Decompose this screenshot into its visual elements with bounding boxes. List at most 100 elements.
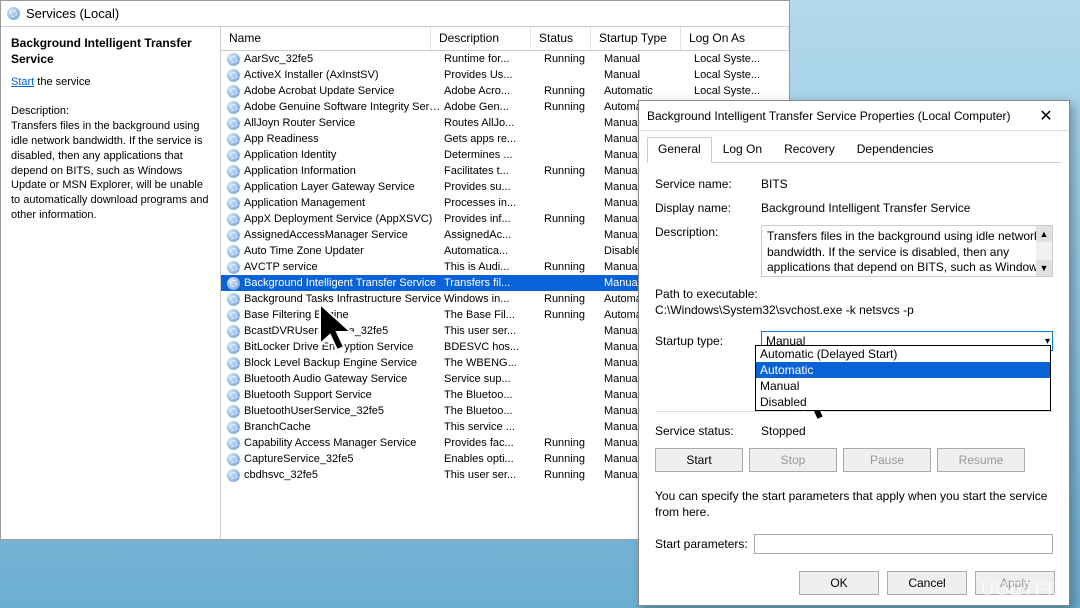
start-params-label: Start parameters: (655, 537, 748, 551)
start-service-link[interactable]: Start (11, 76, 34, 88)
gear-icon (227, 341, 240, 354)
tab-dependencies[interactable]: Dependencies (846, 137, 945, 162)
properties-dialog: Background Intelligent Transfer Service … (638, 100, 1070, 606)
service-status: Running (544, 85, 604, 97)
detail-panel: Background Intelligent Transfer Service … (1, 27, 221, 539)
service-name: AssignedAccessManager Service (244, 229, 444, 241)
description-label: Description: (655, 225, 761, 239)
service-status: Running (544, 213, 604, 225)
dropdown-option[interactable]: Automatic (756, 362, 1050, 378)
service-name: BranchCache (244, 421, 444, 433)
start-service-line: Start the service (11, 75, 210, 90)
tab-general[interactable]: General (647, 137, 712, 163)
service-desc: Provides fac... (444, 437, 544, 449)
service-status: Running (544, 53, 604, 65)
dropdown-option[interactable]: Manual (756, 378, 1050, 394)
gear-icon (227, 197, 240, 210)
gear-icon (227, 309, 240, 322)
gear-icon (227, 357, 240, 370)
service-row[interactable]: Adobe Acrobat Update Service Adobe Acro.… (221, 83, 789, 99)
gear-icon (227, 437, 240, 450)
tabs: GeneralLog OnRecoveryDependencies (647, 137, 1061, 163)
pause-button[interactable]: Pause (843, 448, 931, 472)
gear-icon (227, 277, 240, 290)
gear-icon (227, 325, 240, 338)
gear-icon (227, 373, 240, 386)
startup-type-label: Startup type: (655, 334, 761, 348)
note-text: You can specify the start parameters tha… (655, 488, 1053, 520)
resume-button[interactable]: Resume (937, 448, 1025, 472)
col-startup[interactable]: Startup Type (591, 27, 681, 50)
gear-icon (227, 165, 240, 178)
gear-icon (227, 405, 240, 418)
service-status-label: Service status: (655, 424, 761, 438)
gear-icon (227, 229, 240, 242)
scrollbar[interactable]: ▲ ▼ (1036, 226, 1052, 276)
service-name: Block Level Backup Engine Service (244, 357, 444, 369)
cancel-button[interactable]: Cancel (887, 571, 967, 595)
service-desc: Adobe Acro... (444, 85, 544, 97)
gear-icon (227, 453, 240, 466)
display-name-label: Display name: (655, 201, 761, 215)
startup-type-dropdown: Automatic (Delayed Start)AutomaticManual… (755, 345, 1051, 411)
service-desc: Facilitates t... (444, 165, 544, 177)
service-row[interactable]: AarSvc_32fe5 Runtime for... Running Manu… (221, 51, 789, 67)
col-description[interactable]: Description (431, 27, 531, 50)
service-logon: Local Syste... (694, 85, 789, 97)
tab-log-on[interactable]: Log On (712, 137, 773, 162)
service-name: AarSvc_32fe5 (244, 53, 444, 65)
service-name: Adobe Acrobat Update Service (244, 85, 444, 97)
tab-recovery[interactable]: Recovery (773, 137, 846, 162)
service-row[interactable]: ActiveX Installer (AxInstSV) Provides Us… (221, 67, 789, 83)
stop-button[interactable]: Stop (749, 448, 837, 472)
service-desc: Provides su... (444, 181, 544, 193)
gear-icon (227, 101, 240, 114)
service-desc: This is Audi... (444, 261, 544, 273)
service-desc: Processes in... (444, 197, 544, 209)
gear-icon (227, 293, 240, 306)
gear-icon (227, 213, 240, 226)
service-name: Background Intelligent Transfer Service (244, 277, 444, 289)
scroll-up-icon[interactable]: ▲ (1036, 226, 1052, 242)
dropdown-option[interactable]: Automatic (Delayed Start) (756, 346, 1050, 362)
service-status: Running (544, 437, 604, 449)
start-params-input[interactable] (754, 534, 1053, 554)
services-icon (7, 7, 20, 20)
service-desc: Provides inf... (444, 213, 544, 225)
gear-icon (227, 149, 240, 162)
scroll-down-icon[interactable]: ▼ (1036, 260, 1052, 276)
ok-button[interactable]: OK (799, 571, 879, 595)
service-desc: BDESVC hos... (444, 341, 544, 353)
watermark: UGETFIX (981, 579, 1066, 600)
service-status-value: Stopped (761, 424, 806, 438)
col-logon[interactable]: Log On As (681, 27, 789, 50)
gear-icon (227, 261, 240, 274)
path-label: Path to executable: (655, 287, 1053, 301)
service-status: Running (544, 165, 604, 177)
gear-icon (227, 245, 240, 258)
service-desc: This service ... (444, 421, 544, 433)
col-name[interactable]: Name (221, 27, 431, 50)
service-name: AVCTP service (244, 261, 444, 273)
dropdown-option[interactable]: Disabled (756, 394, 1050, 410)
service-desc: Automatica... (444, 245, 544, 257)
start-button[interactable]: Start (655, 448, 743, 472)
service-startup: Manual (604, 53, 694, 65)
service-name-value: BITS (761, 177, 1053, 191)
description-label: Description: (11, 104, 210, 119)
service-status: Running (544, 309, 604, 321)
close-icon[interactable]: ✕ (1031, 106, 1061, 126)
service-name: Application Information (244, 165, 444, 177)
service-name: Auto Time Zone Updater (244, 245, 444, 257)
selected-service-title: Background Intelligent Transfer Service (11, 35, 210, 67)
service-desc: Adobe Gen... (444, 101, 544, 113)
divider (655, 411, 1053, 412)
service-name: AppX Deployment Service (AppXSVC) (244, 213, 444, 225)
gear-icon (227, 53, 240, 66)
service-startup: Automatic (604, 85, 694, 97)
service-status: Running (544, 469, 604, 481)
gear-icon (227, 117, 240, 130)
col-status[interactable]: Status (531, 27, 591, 50)
service-desc: Provides Us... (444, 69, 544, 81)
services-header: Services (Local) (1, 1, 789, 27)
